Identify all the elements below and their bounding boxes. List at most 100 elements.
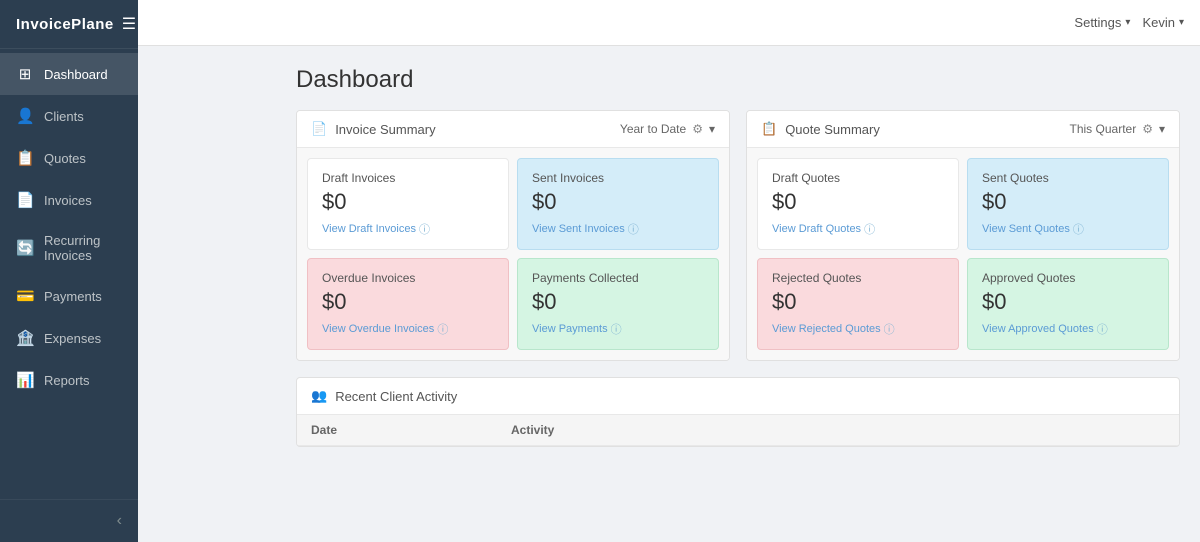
invoice-summary-body: Draft Invoices $0 View Draft Invoices ⓘ … [297,148,729,360]
invoice-summary-gear-icon[interactable]: ⚙ [692,122,703,136]
sidebar-item-clients[interactable]: 👤 Clients [0,95,138,137]
recent-activity-panel: 👥 Recent Client Activity Date Activity [296,377,1180,447]
quote-summary-caret-icon[interactable]: ▾ [1159,122,1165,136]
overdue-invoices-link[interactable]: View Overdue Invoices ⓘ [322,321,494,337]
overdue-invoices-card: Overdue Invoices $0 View Overdue Invoice… [307,258,509,350]
draft-invoices-info-icon: ⓘ [419,221,430,237]
activity-activity-column-header: Activity [511,423,1165,437]
approved-quotes-amount: $0 [982,289,1154,315]
sidebar-item-quotes[interactable]: 📋 Quotes [0,137,138,179]
summary-panels-row: 📄 Invoice Summary Year to Date ⚙ ▾ Draft… [296,110,1180,361]
sent-invoices-amount: $0 [532,189,704,215]
clients-icon: 👤 [16,107,34,125]
payments-icon: 💳 [16,287,34,305]
quote-summary-title: Quote Summary [785,122,880,137]
payments-collected-info-icon: ⓘ [611,321,622,337]
draft-quotes-title: Draft Quotes [772,171,944,185]
approved-quotes-link[interactable]: View Approved Quotes ⓘ [982,321,1154,337]
reports-icon: 📊 [16,371,34,389]
sent-quotes-link[interactable]: View Sent Quotes ⓘ [982,221,1154,237]
activity-table-header: Date Activity [297,415,1179,446]
hamburger-icon[interactable]: ☰ [122,14,136,34]
recurring-icon: 🔄 [16,239,34,257]
invoice-summary-header-left: 📄 Invoice Summary [311,121,436,137]
draft-quotes-link-text: View Draft Quotes [772,223,861,235]
chevron-left-icon: ‹ [117,512,122,530]
page-title: Dashboard [296,66,1180,94]
quote-summary-panel: 📋 Quote Summary This Quarter ⚙ ▾ Draft Q… [746,110,1180,361]
sidebar-item-reports[interactable]: 📊 Reports [0,359,138,401]
sidebar-logo: InvoicePlane ☰ [0,0,138,49]
main-content: Dashboard 📄 Invoice Summary Year to Date… [276,46,1200,542]
sent-quotes-title: Sent Quotes [982,171,1154,185]
rejected-quotes-amount: $0 [772,289,944,315]
sent-quotes-amount: $0 [982,189,1154,215]
draft-quotes-info-icon: ⓘ [864,221,875,237]
sent-invoices-card: Sent Invoices $0 View Sent Invoices ⓘ [517,158,719,250]
sidebar-item-invoices[interactable]: 📄 Invoices [0,179,138,221]
sidebar-collapse-button[interactable]: ‹ [0,499,138,542]
draft-invoices-title: Draft Invoices [322,171,494,185]
approved-quotes-card: Approved Quotes $0 View Approved Quotes … [967,258,1169,350]
sidebar-label-dashboard: Dashboard [44,67,108,82]
payments-collected-title: Payments Collected [532,271,704,285]
draft-invoices-card: Draft Invoices $0 View Draft Invoices ⓘ [307,158,509,250]
quote-summary-header-right: This Quarter ⚙ ▾ [1070,122,1165,136]
sent-invoices-link[interactable]: View Sent Invoices ⓘ [532,221,704,237]
sent-invoices-link-text: View Sent Invoices [532,223,625,235]
draft-quotes-amount: $0 [772,189,944,215]
topbar: Settings ▾ Kevin ▾ [138,0,1200,46]
overdue-invoices-info-icon: ⓘ [437,321,448,337]
sidebar-nav: ⊞ Dashboard 👤 Clients 📋 Quotes 📄 Invoice… [0,49,138,499]
approved-quotes-title: Approved Quotes [982,271,1154,285]
sidebar-label-expenses: Expenses [44,331,101,346]
rejected-quotes-info-icon: ⓘ [884,321,895,337]
user-label: Kevin [1142,15,1175,30]
draft-quotes-link[interactable]: View Draft Quotes ⓘ [772,221,944,237]
sidebar-item-dashboard[interactable]: ⊞ Dashboard [0,53,138,95]
sidebar: InvoicePlane ☰ ⊞ Dashboard 👤 Clients 📋 Q… [0,0,138,542]
sent-quotes-link-text: View Sent Quotes [982,223,1070,235]
recent-activity-title: Recent Client Activity [335,389,457,404]
sent-quotes-card: Sent Quotes $0 View Sent Quotes ⓘ [967,158,1169,250]
quote-summary-gear-icon[interactable]: ⚙ [1142,122,1153,136]
rejected-quotes-link[interactable]: View Rejected Quotes ⓘ [772,321,944,337]
activity-users-icon: 👥 [311,388,327,404]
quote-summary-header: 📋 Quote Summary This Quarter ⚙ ▾ [747,111,1179,148]
rejected-quotes-link-text: View Rejected Quotes [772,323,881,335]
logo-text: InvoicePlane [16,16,114,33]
recent-activity-header: 👥 Recent Client Activity [297,378,1179,415]
sidebar-label-recurring: Recurring Invoices [44,233,122,263]
draft-invoices-link-text: View Draft Invoices [322,223,416,235]
settings-menu[interactable]: Settings ▾ [1074,15,1130,30]
payments-collected-card: Payments Collected $0 View Payments ⓘ [517,258,719,350]
draft-invoices-link[interactable]: View Draft Invoices ⓘ [322,221,494,237]
draft-invoices-amount: $0 [322,189,494,215]
user-menu[interactable]: Kevin ▾ [1142,15,1184,30]
sent-invoices-info-icon: ⓘ [628,221,639,237]
sent-invoices-title: Sent Invoices [532,171,704,185]
invoice-summary-title: Invoice Summary [335,122,435,137]
quote-summary-header-left: 📋 Quote Summary [761,121,880,137]
user-caret-icon: ▾ [1179,17,1184,28]
sent-quotes-info-icon: ⓘ [1073,221,1084,237]
overdue-invoices-title: Overdue Invoices [322,271,494,285]
approved-quotes-info-icon: ⓘ [1097,321,1108,337]
expenses-icon: 🏦 [16,329,34,347]
quote-summary-body: Draft Quotes $0 View Draft Quotes ⓘ Sent… [747,148,1179,360]
sidebar-label-payments: Payments [44,289,102,304]
quote-doc-icon: 📋 [761,121,777,137]
invoices-icon: 📄 [16,191,34,209]
sidebar-item-expenses[interactable]: 🏦 Expenses [0,317,138,359]
overdue-invoices-link-text: View Overdue Invoices [322,323,434,335]
payments-collected-amount: $0 [532,289,704,315]
payments-collected-link[interactable]: View Payments ⓘ [532,321,704,337]
sidebar-item-recurring[interactable]: 🔄 Recurring Invoices [0,221,138,275]
draft-quotes-card: Draft Quotes $0 View Draft Quotes ⓘ [757,158,959,250]
invoice-summary-caret-icon[interactable]: ▾ [709,122,715,136]
dashboard-icon: ⊞ [16,65,34,83]
invoice-summary-header-right: Year to Date ⚙ ▾ [620,122,715,136]
payments-collected-link-text: View Payments [532,323,608,335]
sidebar-label-clients: Clients [44,109,84,124]
sidebar-item-payments[interactable]: 💳 Payments [0,275,138,317]
